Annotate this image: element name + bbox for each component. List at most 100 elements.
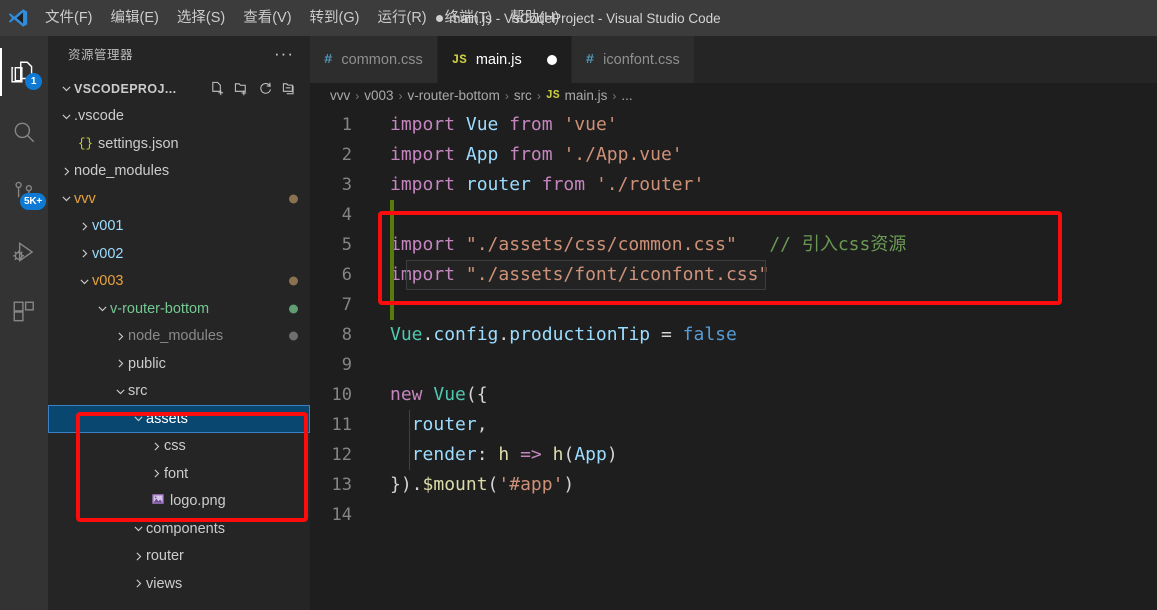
line-number: 9 [341,355,352,375]
tree-item-label: v-router-bottom [110,300,210,317]
search-icon [14,122,35,143]
code-line[interactable]: 4 [310,200,1157,230]
code-line[interactable]: 8 Vue.config.productionTip = false [310,320,1157,350]
tree-item-settings-json[interactable]: {} settings.json [48,130,310,158]
explorer-badge: 1 [25,73,42,90]
editor-tab-bar: # common.css JS main.js # iconfont.css [310,36,1157,83]
code-line[interactable]: 14 [310,500,1157,530]
explorer-more-actions-icon[interactable]: ··· [266,45,302,62]
line-number: 6 [341,265,352,285]
css-file-icon: # [324,51,333,68]
breadcrumb-item[interactable]: src [514,88,532,103]
modified-gutter-indicator [390,290,394,320]
line-number: 10 [331,385,352,405]
git-status-dot-icon [289,304,298,314]
tree-item-node-modules[interactable]: node_modules [48,323,310,351]
code-line[interactable]: 12 render: h => h(App) [310,440,1157,470]
tree-item-views[interactable]: views [48,570,310,598]
breadcrumb-item[interactable]: v003 [364,88,393,103]
tree-item-components[interactable]: components [48,515,310,543]
activity-item-source-control[interactable]: 5K+ [0,168,48,216]
menu-terminal[interactable]: 终端(T) [436,0,502,36]
tree-item-logo-png[interactable]: logo.png [48,488,310,516]
editor-tab-common-css[interactable]: # common.css [310,36,438,83]
menu-view[interactable]: 查看(V) [234,0,300,36]
tree-item-v003[interactable]: v003 [48,268,310,296]
tree-item-css[interactable]: css [48,433,310,461]
collapse-all-icon[interactable] [278,78,300,100]
code-line[interactable]: 6 import "./assets/font/iconfont.css" [310,260,1157,290]
code-line[interactable]: 3 import router from './router' [310,170,1157,200]
chevron-right-icon [76,246,92,262]
tree-item-router[interactable]: router [48,543,310,571]
tree-item-label: views [146,575,183,592]
breadcrumb-symbols[interactable]: ... [621,88,632,103]
code-line[interactable]: 13 }).$mount('#app') [310,470,1157,500]
code-line[interactable]: 9 [310,350,1157,380]
menu-bar: 文件(F) 编辑(E) 选择(S) 查看(V) 转到(G) 运行(R) 终端(T… [36,0,568,36]
tree-item-assets[interactable]: assets [48,405,310,433]
tree-root-row[interactable]: VSCODEPROJ... [48,75,310,103]
vscode-window: 文件(F) 编辑(E) 选择(S) 查看(V) 转到(G) 运行(R) 终端(T… [0,0,1157,610]
code-line[interactable]: 5 import "./assets/css/common.css" // 引入c… [310,230,1157,260]
code-line[interactable]: 2 import App from './App.vue' [310,140,1157,170]
code-line-text: }).$mount('#app') [390,474,575,495]
editor-tab-iconfont-css[interactable]: # iconfont.css [571,36,695,83]
code-line-text: new Vue({ [390,384,488,405]
refresh-icon[interactable] [254,78,276,100]
code-indent-guide [409,440,410,470]
activity-item-search[interactable] [0,108,48,156]
line-number: 5 [341,235,352,255]
menu-edit[interactable]: 编辑(E) [102,0,168,36]
activity-item-explorer[interactable]: 1 [0,48,48,96]
code-line[interactable]: 1 import Vue from 'vue' [310,110,1157,140]
activity-item-run-debug[interactable] [0,228,48,276]
tree-item-font[interactable]: font [48,460,310,488]
breadcrumb: vvv › v003 › v-router-bottom › src › JS main.js ›.… [310,83,1157,108]
breadcrumb-separator-icon: › [612,88,617,103]
code-line[interactable]: 7 [310,290,1157,320]
breadcrumb-file[interactable]: main.js [565,88,608,103]
editor-tab-main-js[interactable]: JS main.js [437,36,572,83]
line-number: 3 [341,175,352,195]
tree-item-src[interactable]: src [48,378,310,406]
editor-area: # common.css JS main.js # iconfont.css vvv › v0… [310,36,1157,610]
tree-item-label: src [128,383,148,400]
tab-dirty-indicator-icon[interactable] [546,54,557,65]
tree-item-public[interactable]: public [48,350,310,378]
code-line[interactable]: 11 router, [310,410,1157,440]
tree-item-v001[interactable]: v001 [48,213,310,241]
menu-run[interactable]: 运行(R) [368,0,435,36]
tree-item--vscode[interactable]: .vscode [48,103,310,131]
menu-help[interactable]: 帮助(H) [501,0,568,36]
chevron-right-icon [112,356,128,372]
code-line-text: import "./assets/css/common.css" // 引入cs… [390,234,907,255]
new-folder-icon[interactable] [230,78,252,100]
code-line[interactable]: 10 new Vue({ [310,380,1157,410]
code-editor[interactable]: 1 import Vue from 'vue' 2 import App from '… [310,108,1157,530]
tree-item-vvv[interactable]: vvv [48,185,310,213]
line-number: 13 [331,475,352,495]
menu-selection[interactable]: 选择(S) [168,0,234,36]
activity-item-extensions[interactable] [0,288,48,336]
line-number: 11 [331,415,352,435]
js-file-icon: JS [451,52,467,67]
menu-file[interactable]: 文件(F) [36,0,102,36]
tree-item-label: assets [146,410,188,427]
tree-item-v-router-bottom[interactable]: v-router-bottom [48,295,310,323]
tree-item-node-modules[interactable]: node_modules [48,158,310,186]
breadcrumb-separator-icon: › [398,88,403,103]
modified-gutter-indicator [390,230,394,260]
chevron-right-icon [130,576,146,592]
git-status-dot-icon [289,276,298,286]
breadcrumb-item[interactable]: v-router-bottom [408,88,500,103]
chevron-down-icon [76,273,92,289]
chevron-down-icon [130,521,146,537]
tree-item-v002[interactable]: v002 [48,240,310,268]
menu-go[interactable]: 转到(G) [301,0,369,36]
js-file-icon: JS [545,89,560,102]
new-file-icon[interactable] [206,78,228,100]
code-line-text: router, [411,414,488,435]
breadcrumb-item[interactable]: vvv [330,88,350,103]
